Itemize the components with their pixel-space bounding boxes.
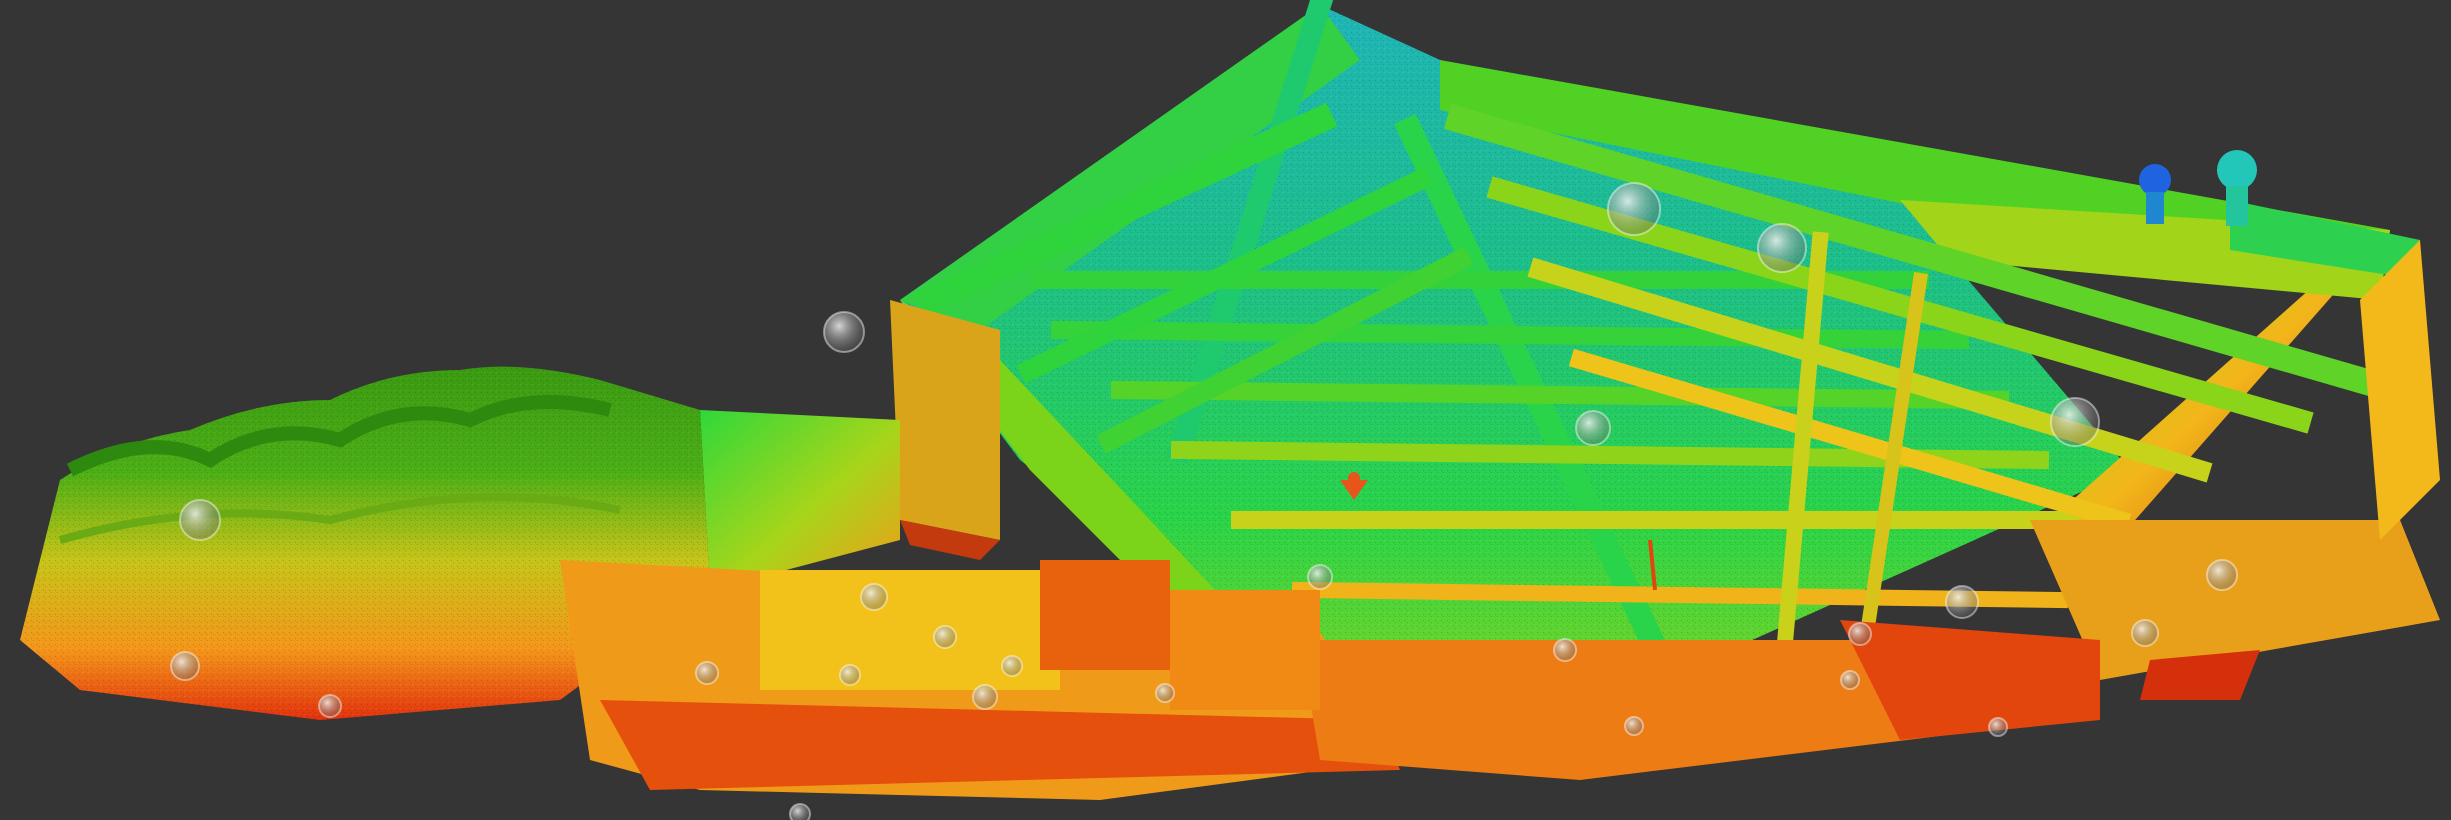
sphere-target-icon[interactable] [1553, 638, 1577, 662]
sphere-target-icon[interactable] [1001, 655, 1023, 677]
sphere-target-icon[interactable] [839, 664, 861, 686]
sphere-target-icon[interactable] [1155, 683, 1175, 703]
sphere-target-icon[interactable] [860, 583, 888, 611]
point-cloud-viewport[interactable] [0, 0, 2451, 820]
sphere-target-icon[interactable] [179, 499, 221, 541]
sphere-target-icon[interactable] [1757, 223, 1807, 273]
sphere-target-icon[interactable] [1848, 622, 1872, 646]
sphere-target-icon[interactable] [318, 694, 342, 718]
sphere-target-icon[interactable] [1607, 182, 1661, 236]
sphere-target-icon[interactable] [823, 311, 865, 353]
point-cloud-render[interactable] [0, 0, 2451, 820]
sphere-target-icon[interactable] [2131, 619, 2159, 647]
sphere-target-icon[interactable] [1624, 716, 1644, 736]
sphere-target-icon[interactable] [2206, 559, 2238, 591]
sphere-target-icon[interactable] [789, 803, 811, 820]
sphere-target-icon[interactable] [1575, 410, 1611, 446]
sphere-target-icon[interactable] [170, 651, 200, 681]
sphere-target-icon[interactable] [1988, 717, 2008, 737]
sphere-target-icon[interactable] [695, 661, 719, 685]
sphere-target-icon[interactable] [1840, 670, 1860, 690]
sphere-target-icon[interactable] [972, 684, 998, 710]
sphere-target-icon[interactable] [933, 625, 957, 649]
sphere-target-icon[interactable] [1945, 585, 1979, 619]
sphere-target-icon[interactable] [1307, 564, 1333, 590]
sphere-target-icon[interactable] [2050, 397, 2100, 447]
